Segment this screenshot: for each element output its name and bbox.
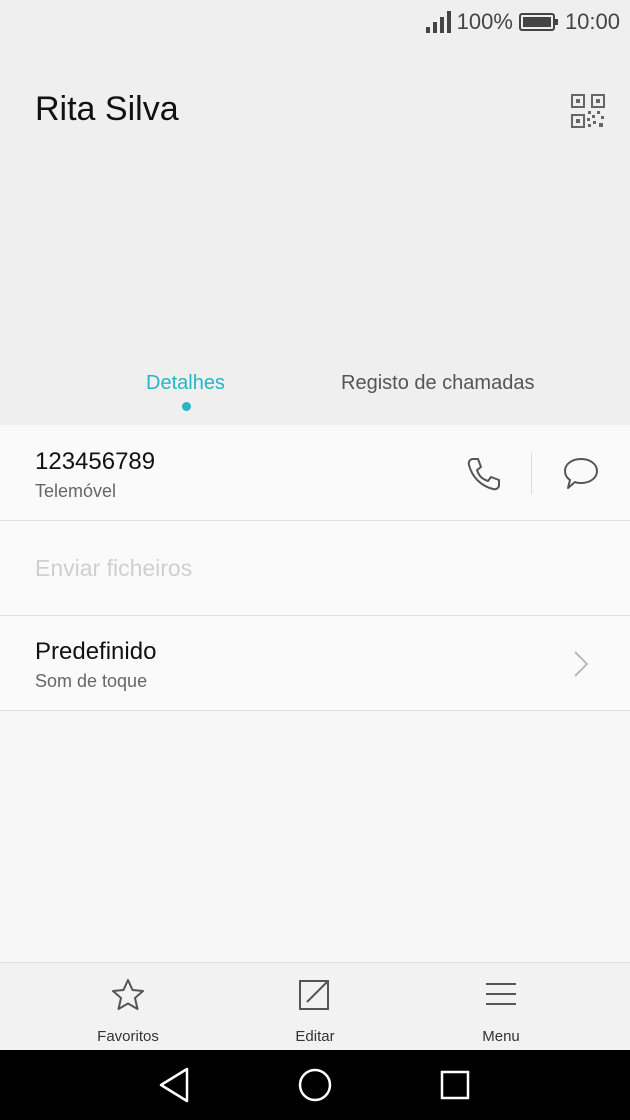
send-files-label: Enviar ficheiros xyxy=(35,555,193,581)
phone-number: 123456789 xyxy=(35,448,156,475)
edit-button[interactable]: Editar xyxy=(245,963,385,1051)
system-nav-bar xyxy=(0,1050,630,1120)
ringtone-row[interactable]: Predefinido Som de toque xyxy=(0,616,630,711)
tab-call-log[interactable]: Registo de chamadas xyxy=(341,372,534,395)
bottom-action-bar: Favoritos Editar Menu xyxy=(0,962,630,1051)
ringtone-label: Som de toque xyxy=(35,671,148,691)
edit-label: Editar xyxy=(295,1028,335,1045)
battery-percent: 100% xyxy=(456,9,513,34)
star-icon xyxy=(112,979,144,1010)
active-tab-indicator xyxy=(182,402,191,411)
tab-details[interactable]: Detalhes xyxy=(146,372,225,395)
home-icon[interactable] xyxy=(296,1063,334,1107)
clock: 10:00 xyxy=(564,9,620,34)
recents-icon[interactable] xyxy=(438,1063,472,1107)
signal-icon xyxy=(425,11,451,33)
message-icon[interactable] xyxy=(562,456,600,492)
edit-icon xyxy=(299,980,329,1010)
phone-type: Telemóvel xyxy=(35,481,117,501)
status-bar: 100% 10:00 xyxy=(425,8,620,36)
qr-code-icon[interactable] xyxy=(571,94,605,128)
menu-label: Menu xyxy=(482,1028,520,1045)
contact-name: Rita Silva xyxy=(35,90,179,128)
menu-button[interactable]: Menu xyxy=(431,963,571,1051)
contact-header: 100% 10:00 Rita Silva Detalhes Registo d… xyxy=(0,0,630,425)
chevron-right-icon xyxy=(574,651,589,677)
send-files-row: Enviar ficheiros xyxy=(0,521,630,616)
menu-icon xyxy=(486,983,516,1005)
battery-icon xyxy=(518,13,558,31)
favorites-label: Favoritos xyxy=(97,1028,159,1045)
phone-row[interactable]: 123456789 Telemóvel xyxy=(0,426,630,521)
back-icon[interactable] xyxy=(157,1063,191,1107)
ringtone-value: Predefinido xyxy=(35,638,157,665)
action-divider xyxy=(531,452,532,494)
favorites-button[interactable]: Favoritos xyxy=(58,963,198,1051)
phone-icon[interactable] xyxy=(464,455,502,493)
